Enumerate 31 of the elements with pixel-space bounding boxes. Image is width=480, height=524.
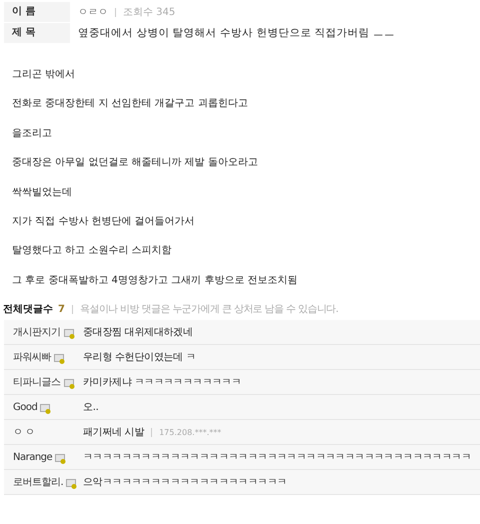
post-text-line: 을조리고 <box>12 126 53 141</box>
post-text-line: 전화로 중대장한테 지 선임한테 개갈구고 괴롭힌다고 <box>12 97 249 112</box>
comment-count-label: 전체댓글수 <box>3 303 53 316</box>
commenter-name[interactable]: Good <box>13 402 38 412</box>
author-name: ㅇㄹㅇ <box>78 6 108 19</box>
comment-text: 우리형 수헌단이였는데 ㅋ <box>83 351 196 364</box>
commenter-name[interactable]: 로버트할리. <box>13 475 64 489</box>
field-label: 제 목 <box>4 23 70 43</box>
comment-text: ㅋㅋㅋㅋㅋㅋㅋㅋㅋㅋㅋㅋㅋㅋㅋㅋㅋㅋㅋㅋㅋㅋㅋㅋㅋㅋㅋㅋㅋㅋㅋㅋㅋㅋㅋㅋㅋㅋㅋㅋ <box>83 451 472 464</box>
commenter-name[interactable]: ㅇ ㅇ <box>13 425 35 439</box>
comment-text: 패기쩌네 시발 <box>83 426 144 439</box>
commenter-name[interactable]: 파워씨빠 <box>13 350 51 364</box>
comment-text: 오.. <box>83 401 98 414</box>
commenter-name[interactable]: 개시판지기 <box>13 325 60 339</box>
comment-text: 카미카제냐 ㅋㅋㅋㅋㅋㅋㅋㅋㅋㅋㅋ <box>83 376 242 389</box>
post-text-line: 그 후로 중대폭발하고 4명영창가고 그새끼 후방으로 전보조치됨 <box>12 274 298 288</box>
field-label: 이 름 <box>4 2 70 22</box>
ip-address: 175.208.***.*** <box>159 428 222 436</box>
post-text-line: 중대장은 아무일 없던걸로 해줄테니까 제발 돌아오라고 <box>12 156 259 170</box>
post-text-line: 그리곤 밖에서 <box>12 68 76 82</box>
comment-notice: 욕설이나 비방 댓글은 누군가에게 큰 상처로 남을 수 있습니다. <box>80 303 338 316</box>
comment-text: 중대장찜 대위제대하겠네 <box>83 326 193 339</box>
comment-count: 7 <box>58 304 65 314</box>
post-text-line: 지가 직접 수방사 헌병단에 걸어들어가서 <box>12 214 196 229</box>
view-count: 조회수 345 <box>123 6 176 19</box>
post-title: 옆중대에서 상병이 탈영해서 수방사 헌병단으로 직접가버림 ㅡㅡ <box>78 26 396 40</box>
comment-text: 으악ㅋㅋㅋㅋㅋㅋㅋㅋㅋㅋㅋㅋㅋㅋㅋㅋㅋㅋㅋ <box>83 476 287 489</box>
commenter-name[interactable]: 티파니글스 <box>13 375 60 389</box>
post-text-line: 탈영했다고 하고 소원수리 스피치함 <box>12 244 173 258</box>
post-text-line: 싹싹빌었는데 <box>12 186 73 200</box>
commenter-name[interactable]: Narange <box>13 452 52 462</box>
